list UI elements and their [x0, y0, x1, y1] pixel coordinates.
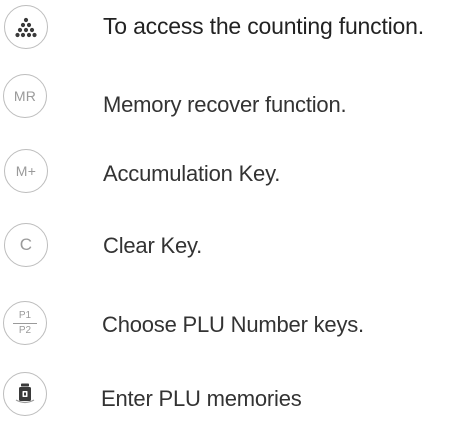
mr-description: Memory recover function.: [103, 92, 347, 117]
clear-key-label: C: [19, 235, 33, 254]
counting-icon: [15, 17, 37, 38]
key-row-mr: MR Memory recover function.: [0, 74, 475, 122]
plu-memory-description: Enter PLU memories: [101, 386, 302, 411]
plu-key-divider: [13, 322, 37, 324]
plu-key-top-label: P1: [18, 309, 32, 321]
mr-key-label: MR: [13, 88, 37, 104]
plu-key[interactable]: P1 P2: [3, 301, 47, 345]
mr-key[interactable]: MR: [3, 74, 47, 118]
counting-description: To access the counting function.: [103, 13, 424, 39]
plu-description: Choose PLU Number keys.: [102, 312, 364, 337]
mplus-key[interactable]: M+: [4, 149, 48, 193]
key-row-plu-memory: Enter PLU memories: [0, 370, 475, 418]
weight-icon: [15, 383, 35, 404]
plu-memory-key[interactable]: [3, 372, 47, 416]
clear-description: Clear Key.: [103, 233, 203, 258]
plu-key-bottom-label: P2: [18, 324, 32, 336]
key-row-plu: P1 P2 Choose PLU Number keys.: [0, 298, 475, 346]
mplus-key-label: M+: [15, 163, 37, 179]
clear-key[interactable]: C: [4, 223, 48, 267]
counting-key[interactable]: [4, 5, 48, 49]
mplus-description: Accumulation Key.: [103, 161, 281, 186]
key-row-counting: To access the counting function.: [0, 3, 475, 51]
key-row-clear: C Clear Key.: [0, 221, 475, 269]
key-row-mplus: M+ Accumulation Key.: [0, 147, 475, 195]
